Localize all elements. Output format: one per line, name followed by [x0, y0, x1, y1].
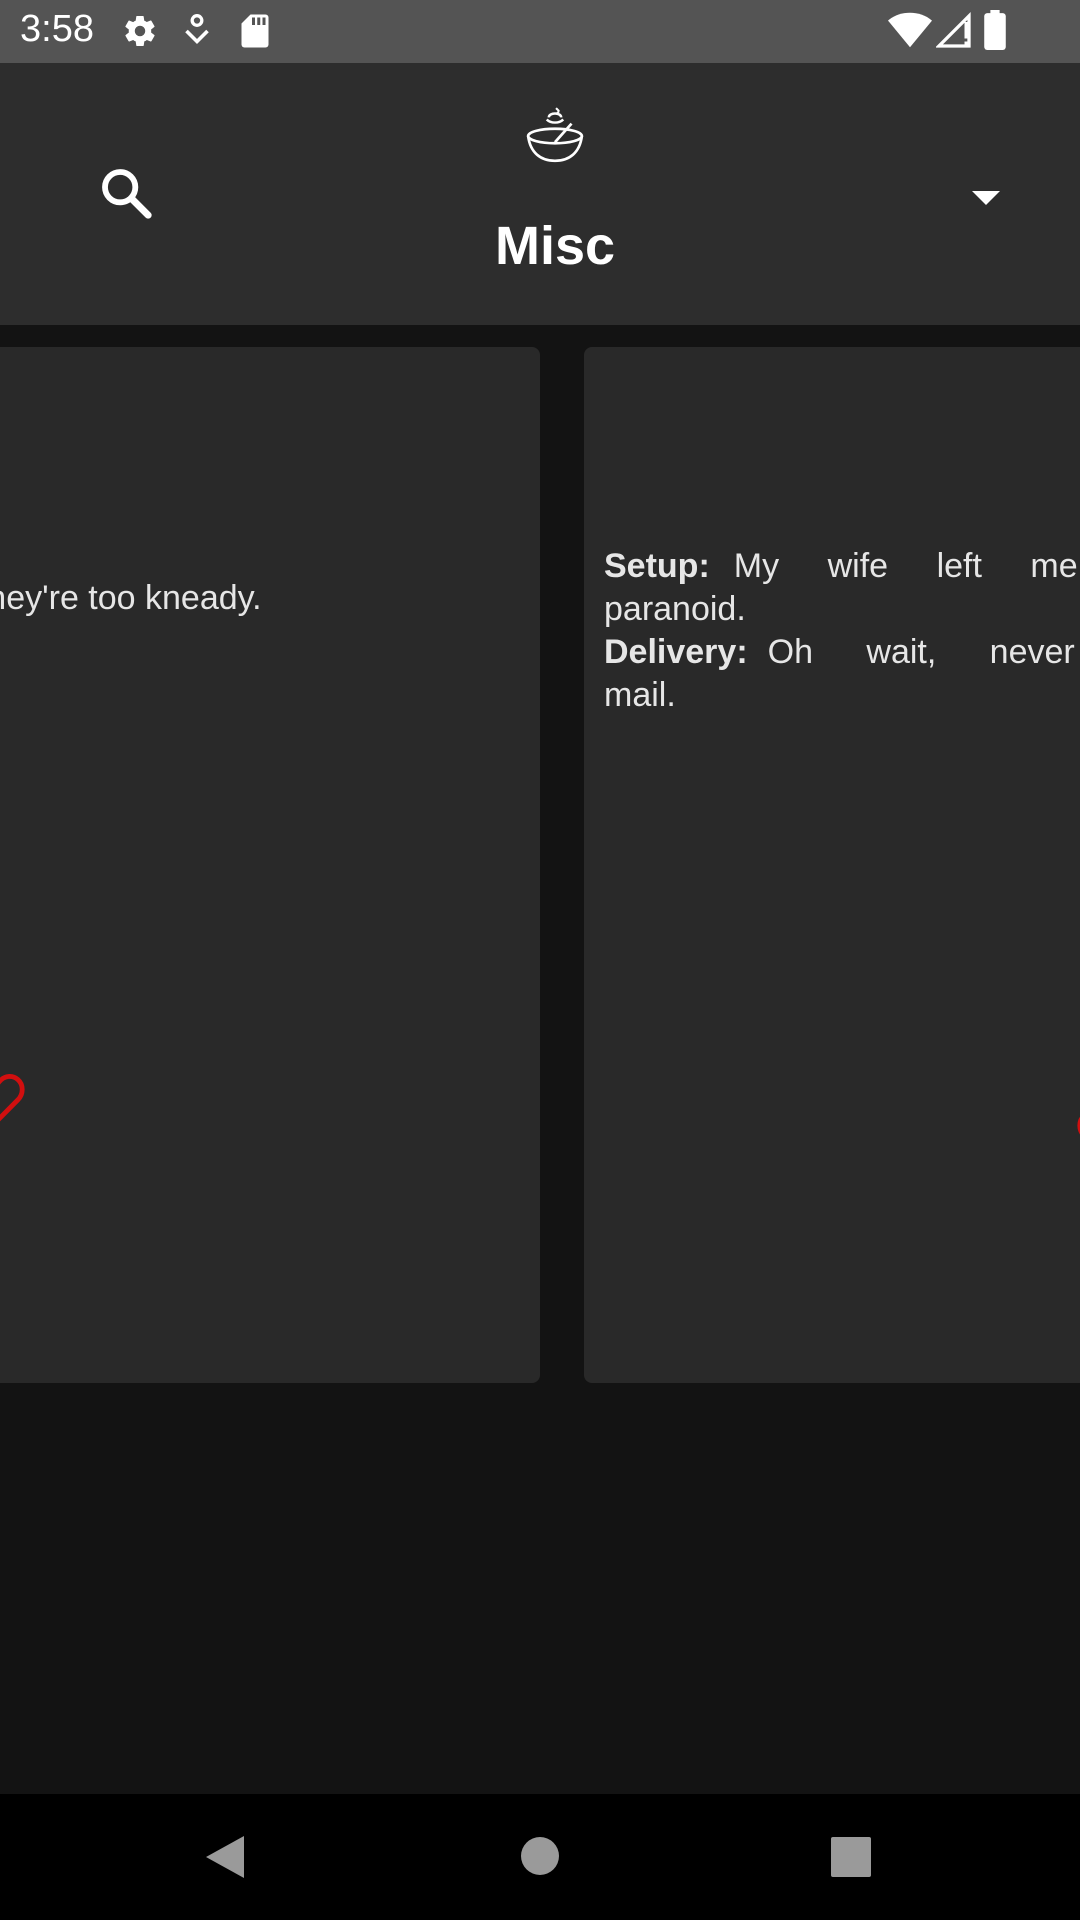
delivery-continuation: mail.	[604, 676, 676, 714]
navigation-bar	[0, 1794, 1080, 1920]
delivery-line: Delivery: Oh wait, never mi	[604, 631, 1080, 674]
recents-icon[interactable]	[830, 1836, 872, 1878]
settings-icon	[125, 16, 155, 47]
page-title: Misc	[494, 216, 616, 276]
app-bar: Misc	[0, 63, 1080, 325]
battery-icon	[984, 10, 1006, 50]
status-bar: 3:58	[0, 0, 1080, 63]
setup-continuation: paranoid.	[604, 590, 746, 628]
back-icon[interactable]	[204, 1834, 246, 1880]
status-time: 3:58	[20, 8, 94, 50]
location-icon	[185, 14, 209, 45]
home-icon[interactable]	[520, 1836, 560, 1876]
sd-card-icon	[241, 14, 269, 48]
joke-card[interactable]: aker. They're too kneady.	[0, 347, 540, 1383]
joke-card[interactable]: Setup: My wife left me be paranoid. Deli…	[584, 347, 1080, 1383]
setup-text: My wife left me be	[733, 547, 1080, 585]
wifi-icon	[888, 12, 932, 48]
heart-outline-icon[interactable]	[0, 1069, 28, 1123]
setup-label: Setup:	[604, 547, 710, 585]
delivery-text: Oh wait, never mi	[767, 633, 1080, 671]
joke-text: aker. They're too kneady.	[0, 579, 358, 618]
dropdown-arrow-icon[interactable]	[966, 183, 1006, 213]
twopart-joke: Setup: My wife left me be paranoid. Deli…	[604, 545, 1080, 717]
signal-icon	[936, 12, 971, 48]
delivery-label: Delivery:	[604, 633, 748, 671]
setup-line: Setup: My wife left me be	[604, 545, 1080, 588]
heart-outline-icon[interactable]	[1074, 1105, 1080, 1159]
joke-text-content: aker. They're too kneady.	[0, 579, 262, 617]
bowl-logo-icon	[526, 107, 584, 163]
search-icon[interactable]	[98, 165, 154, 221]
